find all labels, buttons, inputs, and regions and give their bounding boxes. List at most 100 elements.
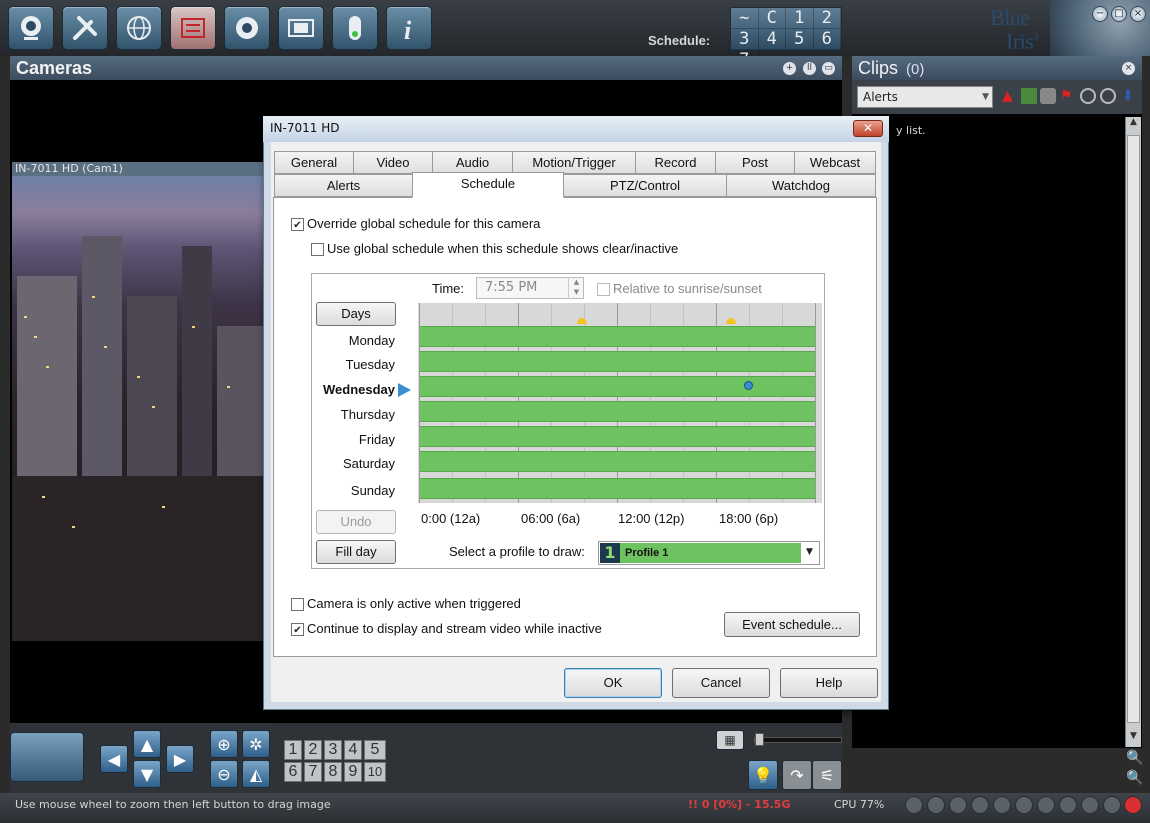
- preset-1[interactable]: 1: [284, 740, 302, 760]
- clips-close-icon[interactable]: ×: [1122, 62, 1135, 75]
- preset-10[interactable]: 10: [364, 762, 386, 782]
- volume-slider[interactable]: [754, 737, 842, 743]
- schedule-selector[interactable]: C ~ 1 2 3 4 5 6 7: [730, 7, 842, 71]
- grid-layout-icon[interactable]: ▦: [716, 730, 744, 750]
- clips-zoom-out-icon[interactable]: 🔍: [1126, 770, 1143, 786]
- stop-icon[interactable]: [1124, 796, 1142, 814]
- chevron-down-icon[interactable]: ▼: [806, 547, 813, 557]
- scroll-up-icon[interactable]: ▲: [1126, 117, 1141, 133]
- use-global-schedule-checkbox[interactable]: [311, 243, 324, 256]
- preset-6[interactable]: 6: [284, 762, 302, 782]
- time-spinner[interactable]: ▲ ▼: [568, 277, 584, 299]
- log-button[interactable]: [170, 6, 216, 50]
- clips-view-button[interactable]: [278, 6, 324, 50]
- record-icon[interactable]: [1081, 796, 1099, 814]
- schedule-bar-thursday[interactable]: [420, 401, 815, 422]
- override-schedule-label[interactable]: Override global schedule for this camera: [307, 216, 540, 231]
- continue-streaming-checkbox[interactable]: [291, 623, 304, 636]
- cancel-button[interactable]: Cancel: [672, 668, 770, 698]
- database-icon[interactable]: [1040, 88, 1056, 104]
- event-schedule-button[interactable]: Event schedule...: [724, 612, 860, 637]
- schedule-bar-monday[interactable]: [420, 326, 815, 347]
- tab-post[interactable]: Post: [715, 151, 795, 174]
- iris-icon[interactable]: ◭: [242, 760, 270, 788]
- schedule-1[interactable]: 1: [786, 8, 814, 29]
- at-icon[interactable]: [993, 796, 1011, 814]
- about-button[interactable]: i: [386, 6, 432, 50]
- schedule-tilde[interactable]: ~: [731, 8, 759, 29]
- tab-watchdog[interactable]: Watchdog: [726, 174, 876, 197]
- clips-zoom-in-icon[interactable]: 🔍: [1126, 750, 1143, 766]
- wand-icon[interactable]: ⚟: [812, 760, 842, 790]
- settings-button[interactable]: [62, 6, 108, 50]
- web-server-button[interactable]: [116, 6, 162, 50]
- ok-button[interactable]: OK: [564, 668, 662, 698]
- speaker-icon[interactable]: [905, 796, 923, 814]
- pan-up-icon[interactable]: ▲: [133, 730, 161, 758]
- schedule-4[interactable]: 4: [758, 29, 786, 50]
- add-icon[interactable]: +: [783, 62, 796, 75]
- clock-icon[interactable]: [1080, 88, 1096, 104]
- tab-webcast[interactable]: Webcast: [794, 151, 876, 174]
- runner-icon[interactable]: [1037, 796, 1055, 814]
- schedule-bar-friday[interactable]: [420, 426, 815, 447]
- lightbulb-icon[interactable]: 💡: [748, 760, 778, 790]
- camera-video-feed[interactable]: [12, 176, 264, 641]
- preset-3[interactable]: 3: [324, 740, 342, 760]
- use-global-schedule-label[interactable]: Use global schedule when this schedule s…: [327, 241, 678, 256]
- tools-small-icon[interactable]: [1059, 796, 1077, 814]
- relative-sunrise-label[interactable]: Relative to sunrise/sunset: [613, 281, 762, 296]
- preset-2[interactable]: 2: [304, 740, 322, 760]
- pan-right-icon[interactable]: ▶: [166, 745, 194, 773]
- undo-button[interactable]: Undo: [316, 510, 396, 534]
- curve-icon[interactable]: ↷: [782, 760, 812, 790]
- help-button[interactable]: Help: [780, 668, 878, 698]
- clips-filter-select[interactable]: Alerts ▼: [857, 86, 993, 108]
- schedule-cycle-icon[interactable]: C: [758, 8, 786, 29]
- schedule-bar-wednesday[interactable]: [420, 376, 815, 397]
- snapshot-button[interactable]: [224, 6, 270, 50]
- monitor-icon[interactable]: [971, 796, 989, 814]
- override-schedule-checkbox[interactable]: [291, 218, 304, 231]
- relative-sunrise-checkbox[interactable]: [597, 283, 610, 296]
- tab-motion-trigger[interactable]: Motion/Trigger: [512, 151, 636, 174]
- tab-ptz-control[interactable]: PTZ/Control: [563, 174, 727, 197]
- schedule-6[interactable]: 6: [813, 29, 841, 50]
- schedule-5[interactable]: 5: [786, 29, 814, 50]
- pan-down-icon[interactable]: ▼: [133, 760, 161, 788]
- volume-slider-knob[interactable]: [755, 733, 764, 746]
- clips-list[interactable]: [852, 114, 1142, 748]
- zoom-out-icon[interactable]: ⊖: [210, 760, 238, 788]
- preset-7[interactable]: 7: [304, 762, 322, 782]
- schedule-3[interactable]: 3: [731, 29, 759, 50]
- preset-4[interactable]: 4: [344, 740, 362, 760]
- tab-record[interactable]: Record: [635, 151, 716, 174]
- refresh-icon[interactable]: [1100, 88, 1116, 104]
- traffic-signal-button[interactable]: [332, 6, 378, 50]
- flag-icon[interactable]: ⚑: [1060, 88, 1076, 104]
- tab-alerts[interactable]: Alerts: [274, 174, 413, 197]
- tab-schedule[interactable]: Schedule: [412, 172, 564, 198]
- cameras-view-button[interactable]: [8, 6, 54, 50]
- window-icon[interactable]: ▭: [822, 62, 835, 75]
- clips-scrollbar[interactable]: ▲ ▼: [1125, 117, 1141, 747]
- thumbnail-icon[interactable]: [1021, 88, 1037, 104]
- scroll-thumb[interactable]: [1127, 135, 1140, 723]
- fill-day-button[interactable]: Fill day: [316, 540, 396, 564]
- days-button[interactable]: Days: [316, 302, 396, 326]
- schedule-bar-sunday[interactable]: [420, 478, 815, 499]
- minimize-button[interactable]: −: [1092, 6, 1108, 22]
- schedule-bar-saturday[interactable]: [420, 451, 815, 472]
- pan-left-icon[interactable]: ◀: [100, 745, 128, 773]
- dialog-close-button[interactable]: ✕: [853, 120, 883, 137]
- tab-general[interactable]: General: [274, 151, 354, 174]
- continue-streaming-label[interactable]: Continue to display and stream video whi…: [307, 621, 602, 636]
- tab-video[interactable]: Video: [353, 151, 433, 174]
- tab-audio[interactable]: Audio: [432, 151, 513, 174]
- joystick-icon[interactable]: [1015, 796, 1033, 814]
- pause-icon[interactable]: ll: [803, 62, 816, 75]
- download-icon[interactable]: ⬇: [1122, 88, 1138, 104]
- preset-5[interactable]: 5: [364, 740, 386, 760]
- close-app-button[interactable]: ×: [1130, 6, 1146, 22]
- zoom-in-icon[interactable]: ⊕: [210, 730, 238, 758]
